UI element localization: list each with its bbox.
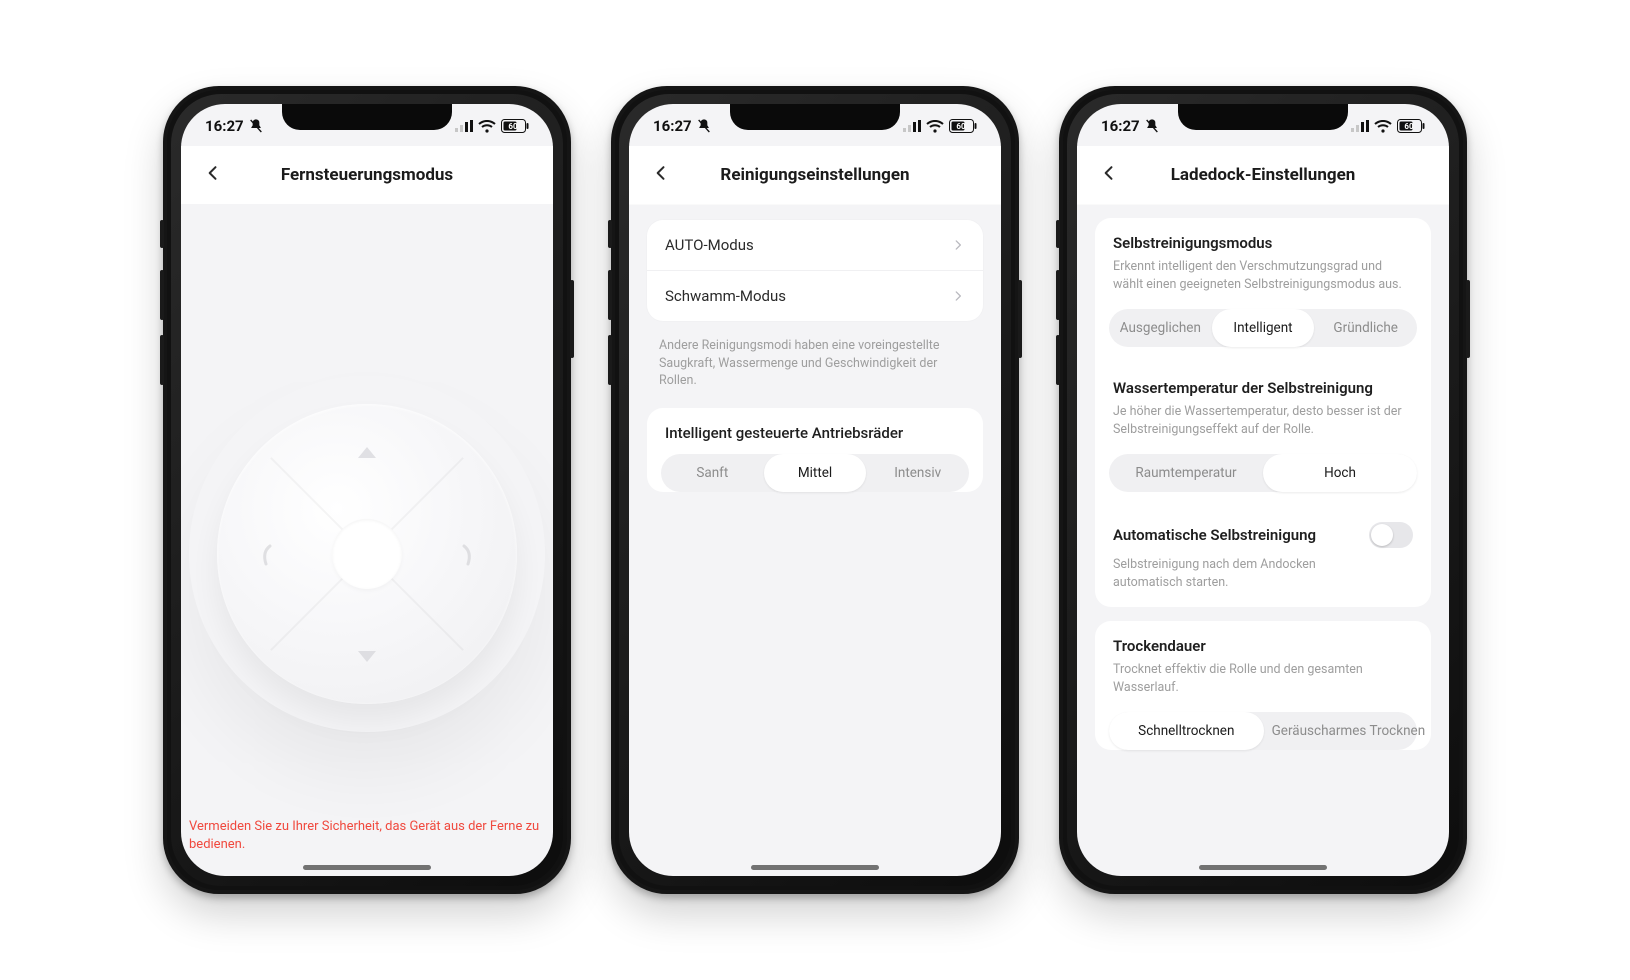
drying-desc: Trocknet effektiv die Rolle und den gesa… <box>1095 661 1431 706</box>
phone-side-button <box>1466 280 1470 358</box>
page-title: Ladedock-Einstellungen <box>1171 165 1356 185</box>
home-indicator[interactable] <box>1199 865 1327 870</box>
drying-segmented-control: Schnelltrocknen Geräuscharmes Trocknen <box>1109 712 1417 750</box>
phone-side-button <box>1056 270 1060 320</box>
auto-selfclean-desc: Selbstreinigung nach dem Andocken automa… <box>1095 552 1431 607</box>
selfclean-option-smart[interactable]: Intelligent <box>1212 309 1315 347</box>
battery-icon: 60 <box>501 119 529 133</box>
toggle-knob <box>1371 524 1393 546</box>
nav-bar: Ladedock-Einstellungen <box>1077 146 1449 205</box>
phone-side-button <box>608 220 612 248</box>
dpad-right-button[interactable] <box>437 519 499 589</box>
phone-side-button <box>608 335 612 385</box>
auto-selfclean-title: Automatische Selbstreinigung <box>1113 526 1316 544</box>
drying-title: Trockendauer <box>1095 621 1431 661</box>
watertemp-desc: Je höher die Wassertemperatur, desto bes… <box>1095 403 1431 448</box>
remote-warning-text: Vermeiden Sie zu Ihrer Sicherheit, das G… <box>189 818 545 854</box>
dpad-up-button[interactable] <box>332 422 402 482</box>
phone-side-button <box>160 270 164 320</box>
phone-dock-settings: 16:27 60 Ladedock-Einste <box>1059 86 1467 894</box>
selfclean-option-balanced[interactable]: Ausgeglichen <box>1109 309 1212 347</box>
phone-side-button <box>1056 220 1060 248</box>
remote-dpad <box>217 404 517 704</box>
drying-card: Trockendauer Trocknet effektiv die Rolle… <box>1095 621 1431 750</box>
phone-notch <box>1178 104 1348 130</box>
watertemp-option-room[interactable]: Raumtemperatur <box>1109 454 1263 492</box>
watertemp-segmented-control: Raumtemperatur Hoch <box>1109 454 1417 492</box>
phone-notch <box>282 104 452 130</box>
nav-bar: Fernsteuerungsmodus <box>181 146 553 204</box>
nav-bar: Reinigungseinstellungen <box>629 146 1001 205</box>
wifi-icon <box>926 120 944 133</box>
watertemp-title: Wassertemperatur der Selbstreinigung <box>1095 363 1431 403</box>
chevron-right-icon <box>951 238 965 252</box>
svg-text:60: 60 <box>956 122 966 131</box>
svg-text:60: 60 <box>1404 122 1414 131</box>
home-indicator[interactable] <box>751 865 879 870</box>
wheels-title: Intelligent gesteuerte Antriebsräder <box>647 408 983 448</box>
silent-mode-icon <box>696 118 712 134</box>
cellular-signal-icon <box>903 120 921 132</box>
auto-selfclean-toggle[interactable] <box>1369 522 1413 548</box>
selfclean-card: Selbstreinigungsmodus Erkennt intelligen… <box>1095 218 1431 607</box>
phone-side-button <box>160 220 164 248</box>
back-button[interactable] <box>193 153 233 197</box>
status-time: 16:27 <box>205 117 244 135</box>
back-button[interactable] <box>1089 153 1129 197</box>
selfclean-option-deep[interactable]: Gründliche <box>1314 309 1417 347</box>
phone-side-button <box>160 335 164 385</box>
dpad-center-button[interactable] <box>332 519 402 589</box>
wheels-option-intense[interactable]: Intensiv <box>866 454 969 492</box>
arrow-down-icon <box>358 651 376 662</box>
drying-option-fast[interactable]: Schnelltrocknen <box>1109 712 1264 750</box>
wheels-option-mid[interactable]: Mittel <box>764 454 867 492</box>
auto-selfclean-row: Automatische Selbstreinigung <box>1095 508 1431 552</box>
cellular-signal-icon <box>455 120 473 132</box>
cleaning-modes-note: Andere Reinigungsmodi haben eine voreing… <box>639 335 991 400</box>
battery-icon: 60 <box>949 119 977 133</box>
sponge-mode-label: Schwamm-Modus <box>665 287 786 305</box>
page-title: Reinigungseinstellungen <box>720 165 909 185</box>
phone-side-button <box>1056 335 1060 385</box>
selfclean-title: Selbstreinigungsmodus <box>1095 218 1431 258</box>
svg-text:60: 60 <box>508 122 518 131</box>
phone-cleaning-settings: 16:27 60 Reinigungseinst <box>611 86 1019 894</box>
silent-mode-icon <box>1144 118 1160 134</box>
back-button[interactable] <box>641 153 681 197</box>
cleaning-modes-card: AUTO-Modus Schwamm-Modus <box>647 220 983 321</box>
turn-left-icon <box>256 542 276 566</box>
auto-mode-row[interactable]: AUTO-Modus <box>647 220 983 270</box>
sponge-mode-row[interactable]: Schwamm-Modus <box>647 270 983 321</box>
battery-icon: 60 <box>1397 119 1425 133</box>
phone-side-button <box>1018 280 1022 358</box>
phone-notch <box>730 104 900 130</box>
status-time: 16:27 <box>1101 117 1140 135</box>
auto-mode-label: AUTO-Modus <box>665 236 754 254</box>
home-indicator[interactable] <box>303 865 431 870</box>
turn-right-icon <box>458 542 478 566</box>
phone-side-button <box>608 270 612 320</box>
wifi-icon <box>478 120 496 133</box>
page-title: Fernsteuerungsmodus <box>281 165 453 185</box>
status-time: 16:27 <box>653 117 692 135</box>
wheels-segmented-control: Sanft Mittel Intensiv <box>661 454 969 492</box>
wheels-card: Intelligent gesteuerte Antriebsräder San… <box>647 408 983 492</box>
chevron-right-icon <box>951 289 965 303</box>
phone-remote-control: 16:27 60 <box>163 86 571 894</box>
selfclean-segmented-control: Ausgeglichen Intelligent Gründliche <box>1109 309 1417 347</box>
dpad-down-button[interactable] <box>332 626 402 686</box>
wheels-option-soft[interactable]: Sanft <box>661 454 764 492</box>
arrow-up-icon <box>358 447 376 458</box>
selfclean-desc: Erkennt intelligent den Verschmutzungsgr… <box>1095 258 1431 303</box>
wifi-icon <box>1374 120 1392 133</box>
watertemp-option-high[interactable]: Hoch <box>1263 454 1417 492</box>
phone-side-button <box>570 280 574 358</box>
silent-mode-icon <box>248 118 264 134</box>
dpad-left-button[interactable] <box>235 519 297 589</box>
drying-option-quiet[interactable]: Geräuscharmes Trocknen <box>1264 712 1434 750</box>
cellular-signal-icon <box>1351 120 1369 132</box>
